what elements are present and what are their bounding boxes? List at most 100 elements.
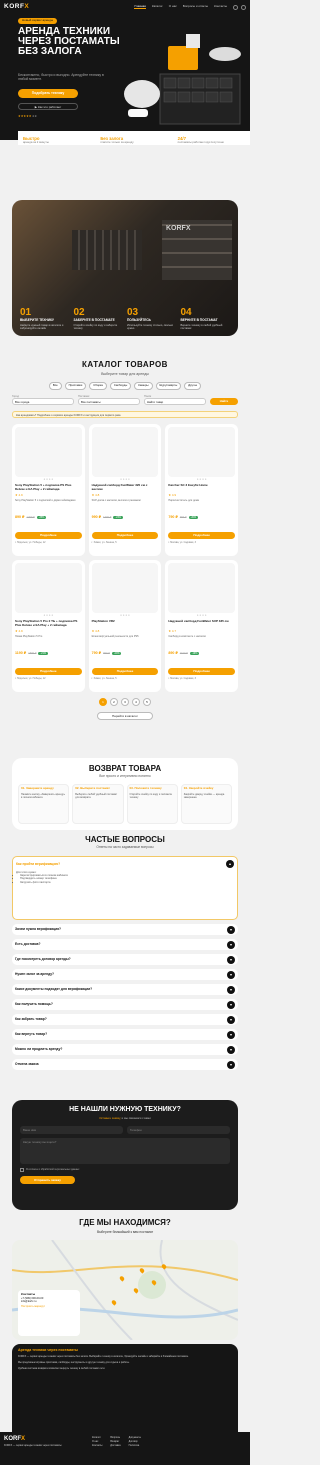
- product-image[interactable]: [91, 427, 159, 478]
- logo[interactable]: KORFX: [4, 3, 29, 11]
- search-input[interactable]: Найти товар: [144, 398, 206, 406]
- footer-link[interactable]: Договор: [129, 1440, 141, 1443]
- route-link[interactable]: Построить маршрут: [21, 1305, 77, 1308]
- product-card[interactable]: ● ● ● ● Sony PlayStation 5 Pro 2 ТБ + по…: [12, 560, 85, 693]
- category-drills[interactable]: Шуруповёрты: [155, 382, 182, 390]
- footer-logo[interactable]: KORFX: [4, 1436, 84, 1444]
- info-banner[interactable]: Как арендовать? Подробнее о сервисе арен…: [12, 411, 238, 419]
- user-icon[interactable]: [233, 4, 238, 10]
- product-image[interactable]: [168, 427, 235, 478]
- faq-item[interactable]: Отмена заказа ▾: [12, 1059, 238, 1070]
- carousel-dots[interactable]: ● ● ● ●: [168, 613, 235, 618]
- pick-equipment-button[interactable]: Подобрать технику: [18, 89, 78, 98]
- category-other[interactable]: Другое: [184, 382, 202, 390]
- faq-item[interactable]: Где посмотреть договор аренды? ▾: [12, 954, 238, 965]
- chevron-down-icon[interactable]: ▾: [227, 1000, 235, 1009]
- product-image[interactable]: [15, 563, 82, 614]
- message-field[interactable]: Какую технику вы ищете?: [20, 1138, 230, 1165]
- nav-contacts[interactable]: Контакты: [214, 4, 227, 10]
- product-image[interactable]: [91, 563, 159, 614]
- menu-icon[interactable]: [241, 4, 246, 10]
- product-image[interactable]: [168, 563, 235, 614]
- nav-home[interactable]: Главная: [134, 4, 146, 10]
- chevron-down-icon[interactable]: ▾: [227, 970, 235, 979]
- chevron-down-icon[interactable]: ▾: [227, 925, 235, 934]
- page-4[interactable]: 4: [132, 698, 140, 707]
- go-to-catalog-button[interactable]: Перейти в каталог: [97, 712, 153, 721]
- product-name[interactable]: Sony PlayStation 5 Pro 2 ТБ + подписка P…: [15, 619, 82, 630]
- faq-item-open[interactable]: Как пройти верификацию? ▴ Для этого нужно…: [12, 856, 238, 920]
- submit-request-button[interactable]: Отправить заявку: [20, 1176, 75, 1185]
- product-card[interactable]: ● ● ● ● PlayStation VR2 ★ 4.8 Шлем вирту…: [88, 560, 162, 693]
- product-details-button[interactable]: Подробнее: [91, 668, 159, 676]
- faq-item[interactable]: Как получить помощь? ▾: [12, 999, 238, 1010]
- product-card[interactable]: ● ● ● ● Надувной сапборд FunWater SUP 33…: [165, 560, 238, 693]
- faq-item[interactable]: Какие документы подходят для верификации…: [12, 984, 238, 995]
- carousel-dots[interactable]: ● ● ● ●: [15, 613, 82, 618]
- category-all[interactable]: Все: [48, 382, 62, 390]
- footer-link[interactable]: Каталог: [92, 1436, 102, 1439]
- product-details-button[interactable]: Подробнее: [168, 532, 235, 540]
- product-name[interactable]: Karcher SC 3 Easyfix Home: [168, 483, 235, 494]
- chevron-up-icon[interactable]: ▴: [226, 860, 234, 868]
- product-name[interactable]: PlayStation VR2: [92, 619, 159, 630]
- chevron-down-icon[interactable]: ▾: [227, 1015, 235, 1024]
- product-card[interactable]: ● ● ● ● Karcher SC 3 Easyfix Home ★ 4.9 …: [165, 424, 238, 557]
- category-sup[interactable]: Сапборды: [109, 382, 132, 390]
- product-details-button[interactable]: Подробнее: [15, 532, 82, 540]
- faq-item[interactable]: Как вернуть товар? ▾: [12, 1029, 238, 1040]
- email-link[interactable]: info@korfx.ru: [21, 1300, 77, 1303]
- footer-link[interactable]: Контакты: [92, 1444, 102, 1447]
- footer-link[interactable]: Политика: [129, 1444, 141, 1447]
- feature-card: Без залога платите только за аренду: [100, 136, 134, 145]
- chevron-down-icon[interactable]: ▾: [227, 955, 235, 964]
- search-button[interactable]: Найти: [210, 398, 238, 406]
- nav-about[interactable]: О нас: [169, 4, 177, 10]
- carousel-dots[interactable]: ● ● ● ●: [168, 477, 235, 482]
- footer-link[interactable]: Доставка: [110, 1444, 120, 1447]
- carousel-dots[interactable]: ● ● ● ●: [92, 477, 159, 482]
- footer-link[interactable]: Документы: [129, 1436, 141, 1439]
- chevron-down-icon[interactable]: ▾: [227, 1045, 235, 1054]
- faq-item[interactable]: Зачем нужна верификация? ▾: [12, 924, 238, 935]
- chevron-down-icon[interactable]: ▾: [227, 940, 235, 949]
- product-details-button[interactable]: Подробнее: [91, 532, 159, 540]
- page-3[interactable]: 3: [121, 698, 129, 707]
- footer-link[interactable]: О нас: [92, 1440, 102, 1443]
- name-field[interactable]: Ваше имя: [20, 1126, 123, 1135]
- phone-field[interactable]: Телефон: [127, 1126, 230, 1135]
- nav-faq[interactable]: Вопросы и ответы: [183, 4, 208, 10]
- footer-link[interactable]: Вопросы: [110, 1436, 120, 1439]
- carousel-dots[interactable]: ● ● ● ●: [15, 477, 82, 482]
- how-it-works-button[interactable]: ▶ Как это работает: [18, 103, 78, 110]
- faq-item[interactable]: Нужен залог за аренду? ▾: [12, 969, 238, 980]
- chevron-down-icon[interactable]: ▾: [227, 985, 235, 994]
- faq-item[interactable]: Можно ли продлить аренду? ▾: [12, 1044, 238, 1055]
- chevron-down-icon[interactable]: ▾: [227, 1030, 235, 1039]
- product-name[interactable]: Надувной сапборд FunWater 320 см с весло…: [92, 483, 159, 494]
- product-card[interactable]: ● ● ● ● Sony PlayStation 5 + подписка PS…: [12, 424, 85, 557]
- category-cameras[interactable]: Камеры: [134, 382, 153, 390]
- city-select[interactable]: Все города: [12, 398, 74, 406]
- page-1[interactable]: 1: [99, 698, 107, 707]
- chevron-down-icon[interactable]: ▾: [227, 1060, 235, 1069]
- carousel-dots[interactable]: ● ● ● ●: [92, 613, 159, 618]
- product-details-button[interactable]: Подробнее: [168, 668, 235, 676]
- page-2[interactable]: 2: [110, 698, 118, 707]
- product-name[interactable]: Sony PlayStation 5 + подписка PS Plus De…: [15, 483, 82, 494]
- footer-link[interactable]: Возврат: [110, 1440, 120, 1443]
- product-details-button[interactable]: Подробнее: [15, 668, 82, 676]
- product-image[interactable]: [15, 427, 82, 478]
- faq-item[interactable]: Есть доставка? ▾: [12, 939, 238, 950]
- category-assembly[interactable]: Сборка: [89, 382, 107, 390]
- nav-catalog[interactable]: Каталог: [152, 4, 163, 10]
- pagination: 1 2 3 4 5: [12, 698, 238, 707]
- faq-item[interactable]: Как забрать товар? ▾: [12, 1014, 238, 1025]
- page-5[interactable]: 5: [143, 698, 151, 707]
- consent-checkbox[interactable]: Я согласен с обработкой персональных дан…: [20, 1168, 230, 1173]
- product-name[interactable]: Надувной сапборд FunWater SUP 335 см: [168, 619, 235, 630]
- product-card[interactable]: ● ● ● ● Надувной сапборд FunWater 320 см…: [88, 424, 162, 557]
- station-select[interactable]: Все постаматы: [78, 398, 140, 406]
- map[interactable]: Контакты +7 (999) 000-00-00 info@korfx.r…: [12, 1240, 238, 1340]
- category-consoles[interactable]: Приставки: [64, 382, 87, 390]
